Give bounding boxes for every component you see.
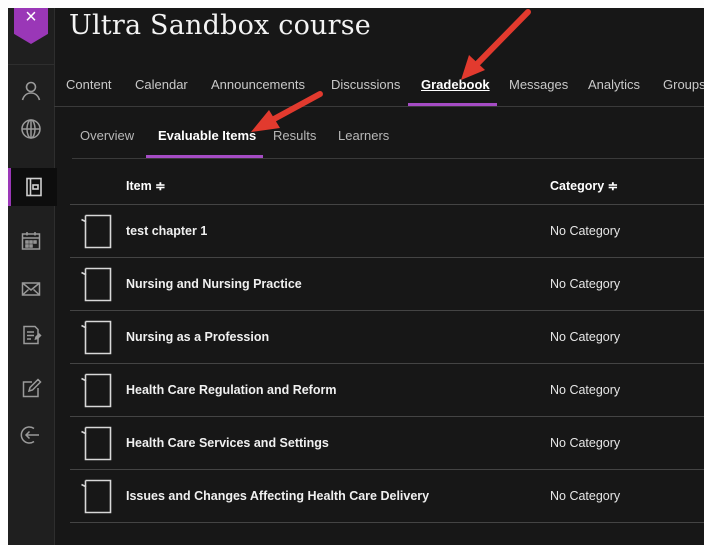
messages-icon	[21, 282, 41, 296]
tab-content[interactable]: Content	[66, 64, 112, 106]
tab-discussions[interactable]: Discussions	[331, 64, 400, 106]
item-category: No Category	[550, 277, 621, 291]
course-title: Ultra Sandbox course	[69, 10, 371, 41]
document-icon	[81, 426, 112, 461]
document-icon	[81, 479, 112, 514]
tab-gradebook[interactable]: Gradebook	[421, 64, 490, 106]
rail-calendar[interactable]	[8, 222, 54, 260]
gradebook-subnav: Overview Evaluable Items Results Learner…	[72, 106, 704, 159]
rail-messages[interactable]	[8, 270, 54, 308]
rail-grades[interactable]	[8, 316, 54, 354]
item-category: No Category	[550, 383, 621, 397]
item-name[interactable]: Nursing and Nursing Practice	[126, 258, 302, 310]
table-row[interactable]: Issues and Changes Affecting Health Care…	[70, 470, 704, 523]
document-icon	[81, 214, 112, 249]
item-category: No Category	[550, 330, 621, 344]
rail-tools[interactable]	[8, 370, 54, 408]
tools-icon	[22, 378, 42, 398]
item-category: No Category	[550, 489, 621, 503]
rail-profile[interactable]	[8, 72, 54, 110]
calendar-icon	[21, 232, 41, 250]
subtab-results[interactable]: Results	[273, 106, 316, 158]
item-name[interactable]: Health Care Services and Settings	[126, 417, 329, 469]
sign-out-icon	[20, 426, 39, 444]
tab-analytics[interactable]: Analytics	[588, 64, 640, 106]
table-row[interactable]: Health Care Services and Settings No Cat…	[70, 417, 704, 470]
rail-institution[interactable]	[8, 110, 54, 148]
courses-icon	[26, 177, 42, 197]
course-window: × Ultra Sandbox course Content Calendar …	[8, 8, 704, 545]
subtab-learners[interactable]: Learners	[338, 106, 389, 158]
globe-icon	[21, 119, 41, 139]
rail-courses[interactable]	[8, 168, 57, 206]
close-icon: ×	[25, 8, 37, 28]
tab-groups[interactable]: Groups	[663, 64, 704, 106]
tab-announcements[interactable]: Announcements	[211, 64, 305, 106]
item-category: No Category	[550, 436, 621, 450]
course-nav: Content Calendar Announcements Discussio…	[54, 64, 704, 107]
document-icon	[81, 373, 112, 408]
profile-icon	[21, 81, 41, 101]
table-header: Item ≑ Category ≑	[70, 158, 704, 205]
item-name[interactable]: Health Care Regulation and Reform	[126, 364, 336, 416]
subtab-overview[interactable]: Overview	[80, 106, 134, 158]
table-row[interactable]: Nursing as a Profession No Category	[70, 311, 704, 364]
tab-calendar[interactable]: Calendar	[135, 64, 188, 106]
document-icon	[81, 267, 112, 302]
item-name[interactable]: Nursing as a Profession	[126, 311, 269, 363]
item-name[interactable]: Issues and Changes Affecting Health Care…	[126, 470, 429, 522]
evaluable-items-table: Item ≑ Category ≑ test chapter 1 No Cate…	[70, 158, 704, 523]
subtab-evaluable-items[interactable]: Evaluable Items	[158, 106, 256, 158]
table-row[interactable]: test chapter 1 No Category	[70, 205, 704, 258]
table-row[interactable]: Health Care Regulation and Reform No Cat…	[70, 364, 704, 417]
grades-icon	[23, 325, 42, 345]
item-category: No Category	[550, 224, 621, 238]
rail-sign-out[interactable]	[8, 416, 54, 454]
item-name[interactable]: test chapter 1	[126, 205, 207, 257]
rail-divider	[8, 64, 54, 65]
document-icon	[81, 320, 112, 355]
left-rail: ×	[8, 8, 57, 545]
table-row[interactable]: Nursing and Nursing Practice No Category	[70, 258, 704, 311]
close-course-button[interactable]: ×	[14, 8, 48, 44]
tab-messages[interactable]: Messages	[509, 64, 568, 106]
